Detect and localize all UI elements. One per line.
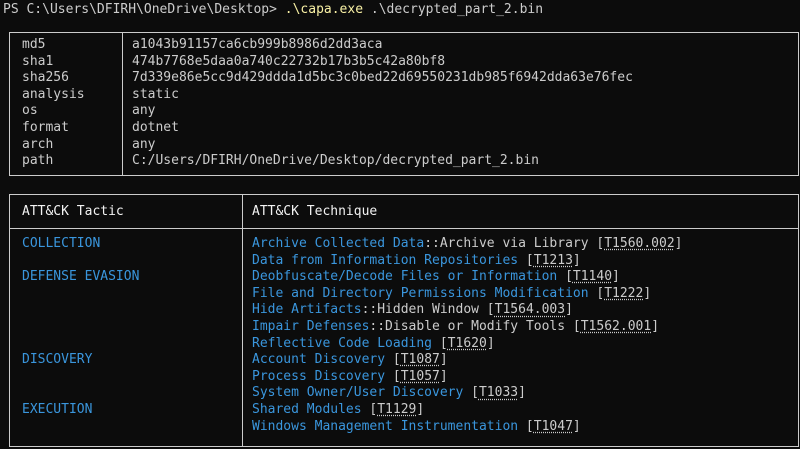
technique-id: T1560.002 bbox=[604, 236, 675, 251]
technique-row: Archive Collected Data::Archive via Libr… bbox=[252, 236, 683, 251]
technique-id: T1564.003 bbox=[494, 302, 566, 318]
technique-name: Data from Information Repositories bbox=[252, 252, 519, 268]
metadata-value: any bbox=[132, 103, 156, 119]
technique-id: T1087 bbox=[400, 352, 440, 368]
technique-id: T1222 bbox=[604, 285, 644, 301]
metadata-key: os bbox=[22, 103, 38, 119]
technique-row: System Owner/User Discovery [T1033] bbox=[252, 385, 526, 401]
technique-id: T1562.001 bbox=[580, 319, 652, 334]
technique-id: T1140 bbox=[572, 269, 613, 285]
technique-id: T1047 bbox=[533, 418, 573, 434]
metadata-value: any bbox=[132, 136, 156, 152]
technique-id: T1213 bbox=[533, 252, 573, 268]
technique-row: Reflective Code Loading [T1620] bbox=[252, 335, 495, 351]
technique-subtechnique: ::Disable or Modify Tools bbox=[369, 319, 566, 334]
technique-subtechnique: ::Archive via Library bbox=[424, 236, 589, 251]
technique-row: Account Discovery [T1087] bbox=[252, 352, 448, 368]
technique-name: Reflective Code Loading bbox=[252, 335, 433, 351]
technique-name: System Owner/User Discovery bbox=[252, 385, 464, 401]
metadata-row-os: os any bbox=[10, 103, 798, 120]
tactic-label: EXECUTION bbox=[22, 402, 93, 417]
attck-tactic-header: ATT&CK Tactic bbox=[22, 204, 124, 219]
technique-name: Deobfuscate/Decode Files or Information bbox=[252, 269, 558, 285]
technique-subtechnique: ::Hidden Window bbox=[361, 302, 479, 318]
technique-name: Shared Modules bbox=[252, 402, 362, 417]
metadata-table: md5 a1043b91157ca6cb999b8986d2dd3aca sha1 4… bbox=[9, 32, 799, 176]
technique-row: Windows Management Instrumentation [T104… bbox=[252, 418, 581, 434]
technique-row: File and Directory Permissions Modificat… bbox=[252, 285, 652, 301]
metadata-value: 7d339e86e5cc9d429ddda1d5bc3c0bed22d69550… bbox=[132, 70, 633, 86]
technique-id: T1057 bbox=[400, 368, 440, 384]
metadata-value: a1043b91157ca6cb999b8986d2dd3aca bbox=[132, 37, 383, 52]
technique-id: T1620 bbox=[447, 335, 487, 351]
technique-name: Impair Defenses bbox=[252, 319, 370, 334]
tactic-label: DISCOVERY bbox=[22, 352, 93, 368]
technique-name: Archive Collected Data bbox=[252, 236, 425, 251]
attck-technique-header: ATT&CK Technique bbox=[252, 204, 378, 219]
metadata-value: dotnet bbox=[132, 120, 179, 135]
metadata-key: analysis bbox=[22, 86, 85, 102]
prompt-path: PS C:\Users\DFIRH\OneDrive\Desktop> bbox=[3, 2, 285, 17]
metadata-value: C:/Users/DFIRH/OneDrive/Desktop/decrypte… bbox=[132, 153, 539, 169]
metadata-row-arch: arch any bbox=[10, 137, 798, 154]
technique-name: Process Discovery bbox=[252, 368, 386, 384]
metadata-row-sha256: sha256 7d339e86e5cc9d429ddda1d5bc3c0bed22… bbox=[10, 70, 798, 87]
technique-id: T1129 bbox=[377, 402, 417, 417]
metadata-key: arch bbox=[22, 136, 54, 152]
metadata-key: sha1 bbox=[22, 53, 54, 69]
technique-row: Impair Defenses::Disable or Modify Tools… bbox=[252, 319, 660, 334]
attck-table: ATT&CK Tactic ATT&CK Technique COLLECTIO… bbox=[9, 194, 799, 447]
technique-name: Windows Management Instrumentation bbox=[252, 418, 519, 434]
metadata-value: static bbox=[132, 86, 179, 102]
attck-header-divider bbox=[10, 228, 798, 229]
metadata-key: sha256 bbox=[22, 70, 69, 86]
metadata-row-md5: md5 a1043b91157ca6cb999b8986d2dd3aca bbox=[10, 37, 798, 54]
metadata-row-format: format dotnet bbox=[10, 120, 798, 137]
command-executable: .\capa.exe bbox=[284, 2, 364, 17]
command-arguments: .\decrypted_part_2.bin bbox=[363, 2, 544, 17]
technique-id: T1033 bbox=[478, 385, 519, 401]
technique-row: Deobfuscate/Decode Files or Information … bbox=[252, 269, 620, 285]
metadata-row-analysis: analysis static bbox=[10, 87, 798, 104]
metadata-key: format bbox=[22, 120, 69, 135]
technique-name: File and Directory Permissions Modificat… bbox=[252, 285, 589, 301]
tactic-label: COLLECTION bbox=[22, 236, 101, 251]
command-prompt-line[interactable]: PS C:\Users\DFIRH\OneDrive\Desktop> .\ca… bbox=[3, 1, 543, 19]
metadata-key: md5 bbox=[22, 37, 46, 52]
metadata-row-path: path C:/Users/DFIRH/OneDrive/Desktop/decr… bbox=[10, 153, 798, 170]
technique-name: Hide Artifacts bbox=[252, 302, 362, 318]
tactic-label: DEFENSE EVASION bbox=[22, 269, 140, 285]
technique-row: Hide Artifacts::Hidden Window [T1564.003… bbox=[252, 302, 573, 318]
technique-row: Shared Modules [T1129] bbox=[252, 402, 425, 417]
attck-column-divider bbox=[242, 195, 243, 446]
technique-row: Data from Information Repositories [T121… bbox=[252, 252, 581, 268]
metadata-key: path bbox=[22, 153, 54, 169]
metadata-row-sha1: sha1 474b7768e5daa0a740c22732b17b3b5c42a8… bbox=[10, 54, 798, 71]
technique-row: Process Discovery [T1057] bbox=[252, 368, 448, 384]
metadata-value: 474b7768e5daa0a740c22732b17b3b5c42a80bf8 bbox=[132, 53, 446, 69]
technique-name: Account Discovery bbox=[252, 352, 386, 368]
